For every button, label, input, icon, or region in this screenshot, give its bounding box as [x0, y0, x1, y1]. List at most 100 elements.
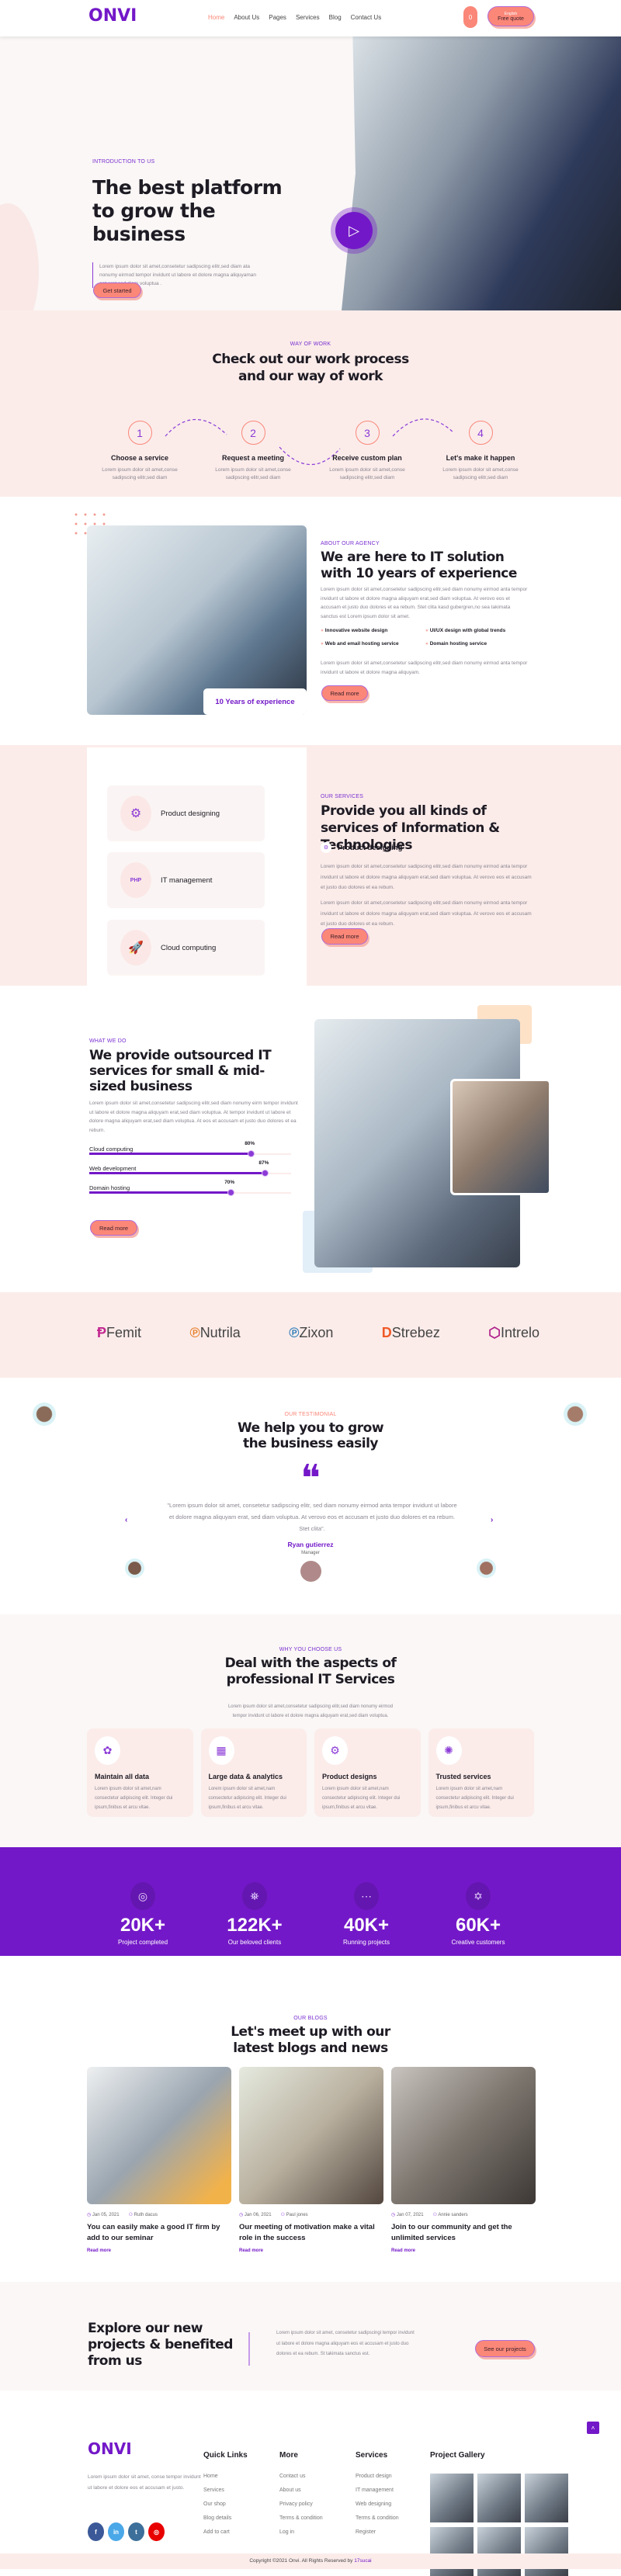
product-design-icon: ⚙ — [120, 796, 151, 831]
feature-item: ● Web and email hosting service — [321, 641, 399, 647]
service-item-product-designing[interactable]: ⚙ Product designing — [107, 785, 265, 841]
blog-title[interactable]: Our meeting of motivation make a vital r… — [239, 2222, 383, 2244]
gallery-image[interactable] — [525, 2474, 568, 2522]
footer-link[interactable]: Services — [203, 2488, 279, 2493]
avatar-active[interactable] — [300, 1561, 321, 1582]
step-title: Let's make it happen — [446, 454, 515, 462]
services-tag: OUR SERVICES — [321, 794, 364, 799]
get-started-button[interactable]: Get started — [93, 283, 141, 298]
blog-title[interactable]: You can easily make a good IT firm by ad… — [87, 2222, 231, 2244]
footer-link[interactable]: Register — [356, 2529, 432, 2535]
gallery-image[interactable] — [430, 2474, 474, 2522]
blog-image[interactable] — [87, 2067, 231, 2204]
facebook-icon[interactable]: f — [88, 2522, 104, 2541]
step-number: 4 — [468, 421, 493, 445]
instagram-icon[interactable]: ◎ — [148, 2522, 165, 2541]
nav-home[interactable]: Home — [208, 14, 224, 21]
credit-link[interactable]: 17sucai — [354, 2558, 371, 2564]
footer-link[interactable]: Privacy policy — [279, 2501, 356, 2507]
why-card-title: Trusted services — [435, 1773, 491, 1780]
linkedin-icon[interactable]: in — [108, 2522, 124, 2541]
prev-arrow-icon[interactable]: ‹ — [125, 1516, 127, 1524]
nav-about[interactable]: About Us — [234, 14, 259, 21]
step-number: 2 — [241, 421, 265, 445]
service-item-cloud-computing[interactable]: 🚀 Cloud computing — [107, 920, 265, 976]
main-nav: Home About Us Pages Services Blog Contac… — [208, 14, 390, 21]
network-icon: ✺ — [435, 1736, 462, 1765]
ufo-icon: ⛯ — [242, 1882, 267, 1910]
twitter-icon[interactable]: t — [128, 2522, 144, 2541]
free-quote-button[interactable]: English Free quote — [487, 6, 534, 26]
blog-image[interactable] — [239, 2067, 383, 2204]
nav-blog[interactable]: Blog — [329, 14, 342, 21]
hero: INTRODUCTION TO US The best platform to … — [0, 36, 621, 310]
nav-contact[interactable]: Contact Us — [351, 14, 382, 21]
footer-link[interactable]: Blog details — [203, 2515, 279, 2521]
footer-link[interactable]: Log in — [279, 2529, 356, 2535]
step-number: 1 — [127, 421, 152, 445]
footer-link[interactable]: Terms & condition — [356, 2515, 432, 2521]
blog-title[interactable]: Join to our community and get the unlimi… — [391, 2222, 536, 2244]
about-read-more-button[interactable]: Read more — [321, 685, 368, 701]
nav-pages[interactable]: Pages — [269, 14, 286, 21]
footer-link[interactable]: Web designing — [356, 2501, 432, 2507]
skill-name: Web development — [89, 1165, 137, 1172]
footer-link[interactable]: About us — [279, 2488, 356, 2493]
why-title: Deal with the aspects of professional IT… — [224, 1656, 397, 1687]
scroll-top-button[interactable]: ˄ — [587, 2422, 599, 2434]
blog-read-more-link[interactable]: Read more — [239, 2248, 383, 2253]
hero-title: The best platform to grow the business — [92, 176, 283, 245]
why-card: ▦ Large data & analytics Lorem ipsum dol… — [200, 1728, 307, 1817]
brand-intrelo: ⬡Intrelo — [488, 1325, 539, 1340]
nav-services[interactable]: Services — [296, 14, 320, 21]
footer-link[interactable]: Product design — [356, 2474, 432, 2479]
services-read-more-button[interactable]: Read more — [321, 928, 368, 945]
blog-image[interactable] — [391, 2067, 536, 2204]
footer: ONVI Lorem ipsum dolor sit amet, conse t… — [0, 2391, 621, 2576]
play-video-button[interactable]: ▷ — [335, 212, 373, 249]
about-section: 10 Years of experience ABOUT OUR AGENCY … — [0, 497, 621, 745]
footer-link[interactable]: Our shop — [203, 2501, 279, 2507]
clock-icon: ◷ — [391, 2213, 397, 2217]
step-title: Request a meeting — [221, 454, 285, 462]
process-step: 2 Request a meeting Lorem ipsum dolor sit … — [206, 421, 300, 482]
see-projects-button[interactable]: See our projects — [475, 2340, 535, 2357]
avatar-thumb[interactable] — [125, 1558, 144, 1578]
skill-knob — [228, 1190, 234, 1195]
footer-logo[interactable]: ONVI — [88, 2439, 132, 2458]
next-arrow-icon[interactable]: › — [491, 1516, 493, 1524]
footer-column: Services Product design IT management Web d… — [356, 2451, 432, 2543]
services-text: Lorem ipsum dolor sit amet,consetetur sa… — [321, 864, 532, 890]
avatar-thumb[interactable] — [477, 1558, 496, 1578]
cart-button[interactable]: 0 — [463, 6, 477, 28]
blog-date: ◷ Jan 07, 2021 — [391, 2213, 424, 2217]
about-text: Lorem ipsum dolor sit amet,consetetur sa… — [321, 587, 528, 619]
stat-label: Project completed — [117, 1939, 168, 1946]
about-text-2: Lorem ipsum dolor sit amet,consetetur sa… — [321, 660, 528, 675]
skill-fill — [89, 1153, 251, 1155]
stat-value: 40K+ — [343, 1915, 390, 1936]
feature-item: ● Domain hosting service — [425, 641, 487, 647]
footer-link[interactable]: IT management — [356, 2488, 432, 2493]
gallery-image[interactable] — [477, 2474, 521, 2522]
skill-fill — [89, 1172, 265, 1174]
blog-read-more-link[interactable]: Read more — [391, 2248, 536, 2253]
footer-link[interactable]: Contact us — [279, 2474, 356, 2479]
stat-label: Creative customers — [451, 1939, 505, 1946]
service-item-it-management[interactable]: PHP IT management — [107, 852, 265, 908]
logo[interactable]: ONVI — [88, 6, 137, 26]
blog-card: ◷ Jan 06, 2021 ⚇ Paul jones Our meeting … — [239, 2067, 383, 2253]
why-card-text: Lorem ipsum dolor sit amet,nam consectet… — [95, 1787, 173, 1810]
about-title: We are here to IT solution with 10 years… — [321, 550, 517, 581]
whatwedo-read-more-button[interactable]: Read more — [90, 1220, 137, 1236]
stat-label: Running projects — [342, 1939, 390, 1946]
blog-read-more-link[interactable]: Read more — [87, 2248, 231, 2253]
why-card-title: Large data & analytics — [208, 1773, 283, 1780]
cta-title: Explore our new projects & benefited fro… — [88, 2321, 233, 2369]
footer-link[interactable]: Home — [203, 2474, 279, 2479]
step-text: Lorem ipsum dolor sit amet,conse sadipsc… — [102, 467, 178, 480]
active-service: ⚙ Product designing — [321, 842, 402, 853]
hero-image — [342, 36, 621, 310]
footer-link[interactable]: Add to cart — [203, 2529, 279, 2535]
footer-link[interactable]: Terms & condition — [279, 2515, 356, 2521]
